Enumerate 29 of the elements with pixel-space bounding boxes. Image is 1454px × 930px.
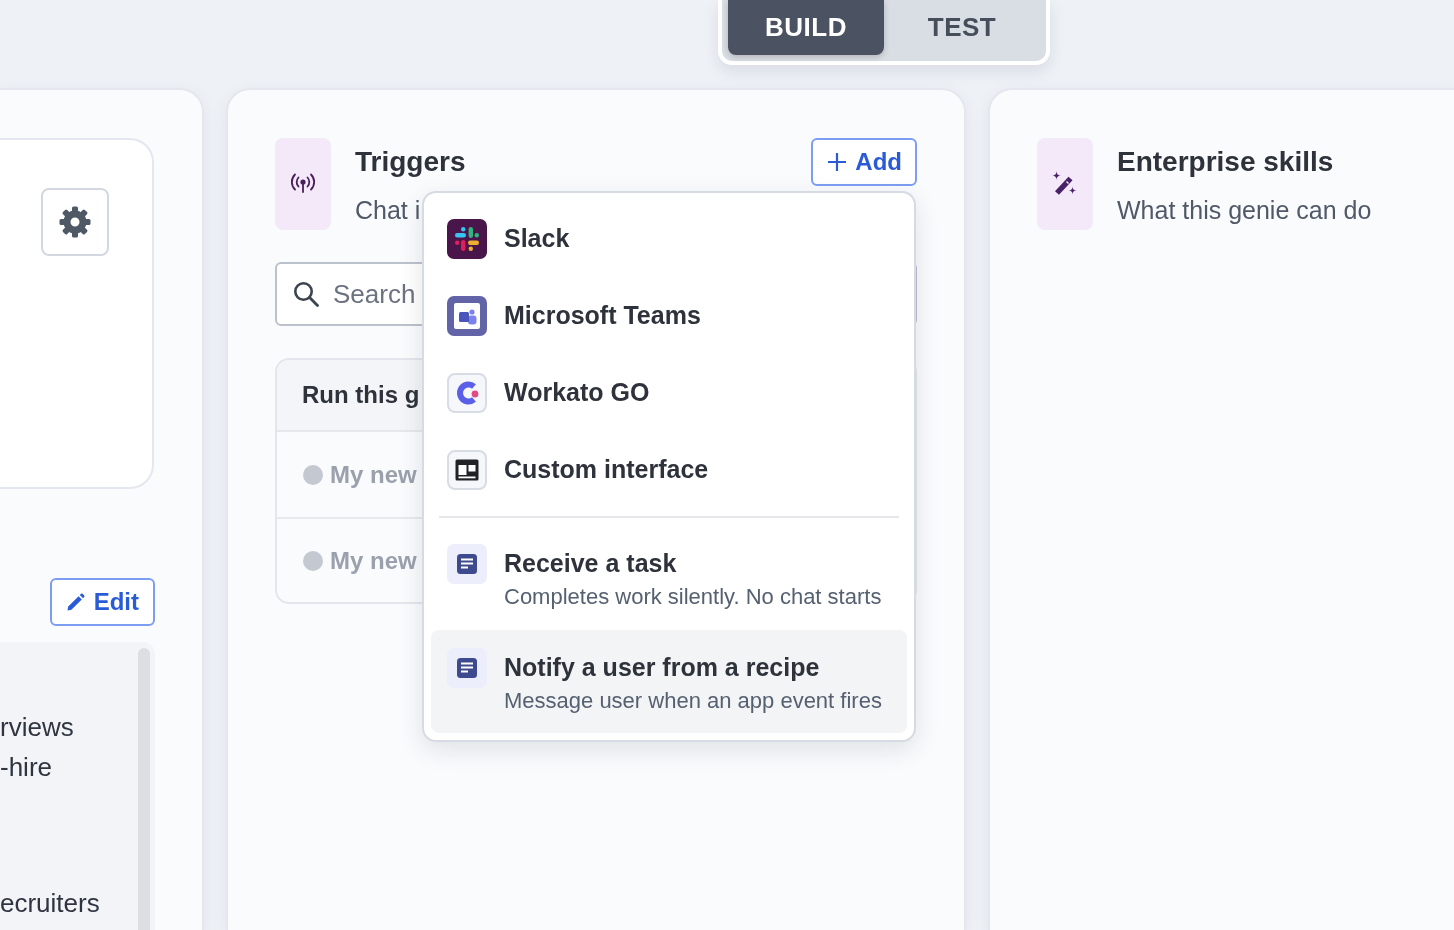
magic-wand-icon [1037,138,1093,230]
menu-item[interactable]: Slack [431,200,907,277]
menu-item[interactable]: Custom interface [431,431,907,508]
description-line: rviews [0,711,74,744]
swirl-logo-icon [447,372,487,413]
panel-subtitle: What this genie can do [1117,195,1372,226]
antenna-icon [275,138,331,230]
panel-title: Triggers [355,145,466,179]
description-line: ecruiters [0,887,100,920]
edit-button[interactable]: Edit [49,578,155,626]
mode-tab[interactable]: TEST [884,0,1040,55]
gear-icon [58,205,92,239]
settings-button[interactable] [41,188,109,256]
menu-item[interactable]: Microsoft Teams [431,277,907,354]
people-tile-icon [447,295,487,336]
layout-window-icon [447,449,487,490]
pencil-icon [66,593,85,611]
description-line: -hire [0,751,52,784]
plus-icon [827,152,848,172]
hash-logo-icon [447,218,487,259]
document-icon [447,648,487,688]
search-icon [293,281,319,307]
menu-item[interactable]: Receive a task Completes work silently. No chat starts [431,526,907,629]
panel-title: Enterprise skills [1117,145,1334,179]
panel-subtitle: Chat i [355,195,421,226]
mode-tab[interactable]: BUILD [728,0,884,55]
document-icon [447,544,487,584]
add-button[interactable]: Add [811,138,917,186]
menu-item[interactable]: Notify a user from a recipe Message user when an app event fires [431,630,907,733]
